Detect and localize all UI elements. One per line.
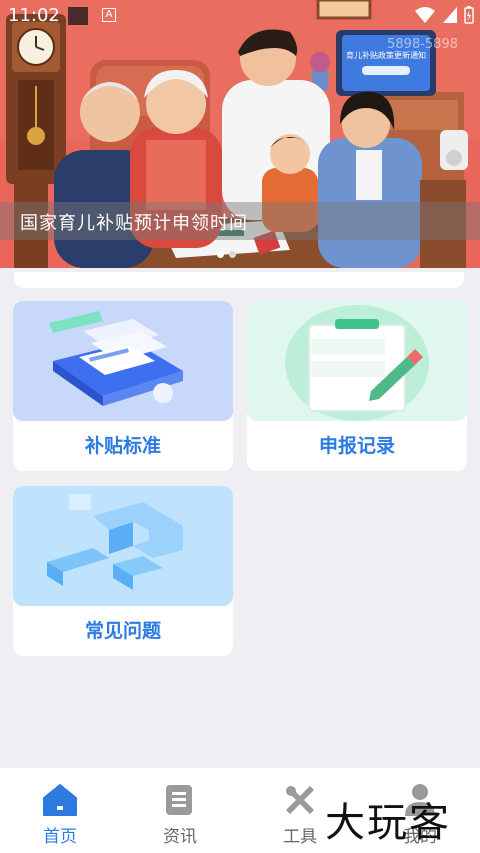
banner-dot[interactable] bbox=[229, 251, 236, 258]
status-time: 11:02 bbox=[8, 5, 60, 26]
documents-stack-illustration bbox=[13, 301, 233, 421]
card-label: 申报记录 bbox=[318, 435, 395, 457]
banner-caption-text: 国家育儿补贴预计申领时间 bbox=[20, 213, 248, 234]
tools-icon bbox=[286, 786, 314, 814]
card-label: 补贴标准 bbox=[84, 435, 161, 457]
banner-caption: 国家育儿补贴预计申领时间 bbox=[0, 202, 480, 240]
banner-pagination bbox=[217, 251, 236, 258]
banner-dot[interactable] bbox=[217, 251, 224, 258]
status-right-icons bbox=[414, 6, 474, 24]
notification-icon bbox=[68, 7, 88, 25]
tab-label: 首页 bbox=[43, 827, 77, 847]
hero-banner[interactable]: 育儿补贴政策更新通知 5898-5898 国家育儿补贴预计申领时间 bbox=[0, 0, 480, 268]
battery-icon bbox=[464, 6, 474, 24]
banner-bottom-strip bbox=[14, 272, 464, 288]
tv-number: 5898-5898 bbox=[387, 37, 458, 52]
watermark-text: 大玩客 bbox=[325, 800, 451, 846]
home-icon bbox=[43, 784, 77, 816]
clipboard-pencil-illustration bbox=[247, 301, 467, 421]
tab-label: 资讯 bbox=[163, 827, 197, 847]
wifi-icon bbox=[415, 7, 435, 23]
tab-home[interactable]: 首页 bbox=[0, 768, 120, 853]
card-faq[interactable]: 常见问题 bbox=[13, 486, 233, 656]
news-icon bbox=[166, 785, 192, 815]
a-badge-icon: A bbox=[102, 8, 116, 22]
tab-news[interactable]: 资讯 bbox=[120, 768, 240, 853]
card-label: 常见问题 bbox=[84, 620, 161, 642]
card-subsidy-standard[interactable]: 补贴标准 bbox=[13, 301, 233, 471]
signal-icon bbox=[443, 7, 457, 23]
question-mark-illustration bbox=[13, 486, 233, 606]
status-bar: 11:02 A bbox=[0, 0, 480, 34]
card-application-records[interactable]: 申报记录 bbox=[247, 301, 467, 471]
